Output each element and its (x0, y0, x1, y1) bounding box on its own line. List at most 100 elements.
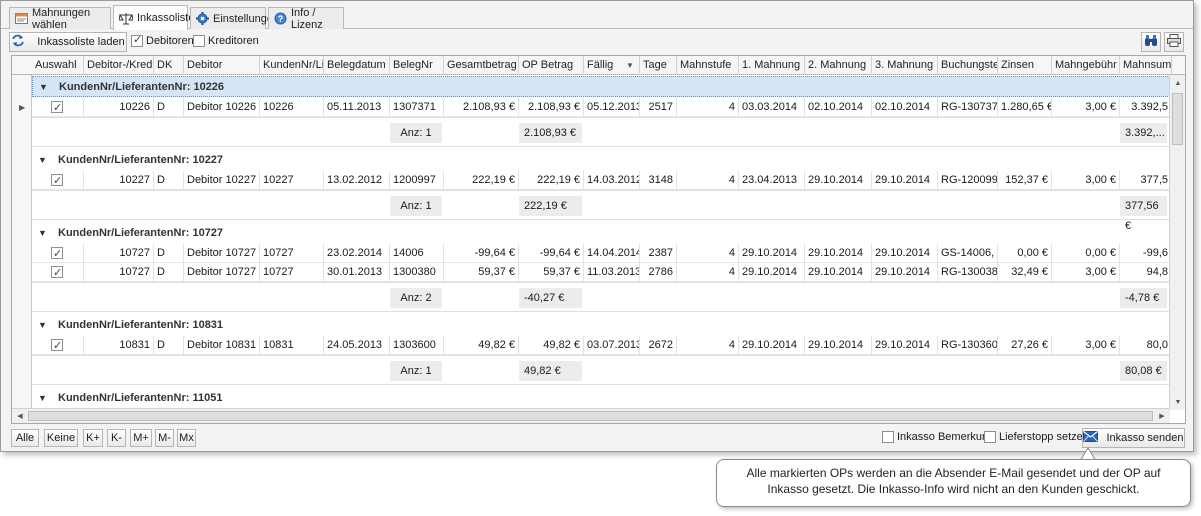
column-header[interactable]: OP Betrag (519, 56, 584, 75)
group-row[interactable]: ▼ KundenNr/LieferantenNr: 10227 (32, 149, 1170, 170)
table-cell: 23.02.2014 (324, 244, 390, 263)
select-all-button[interactable]: Alle (11, 429, 39, 447)
table-cell: Debitor 10727 (184, 263, 260, 282)
group-title: KundenNr/LieferantenNr: 10727 (58, 226, 224, 239)
table-cell: 10727 (84, 263, 154, 282)
group-row[interactable]: ▼ KundenNr/LieferantenNr: 10727 (32, 222, 1170, 243)
table-cell: 3,00 € (1052, 98, 1120, 117)
group-row[interactable]: ▼ KundenNr/LieferantenNr: 10226 (32, 76, 1170, 97)
tab-einstellungen[interactable]: Einstellungen (190, 7, 279, 29)
row-select-checkbox[interactable] (51, 264, 63, 282)
collapse-chevron-icon[interactable]: ▼ (38, 155, 52, 165)
gear-icon (196, 12, 209, 26)
auswahl-cell[interactable] (32, 263, 84, 282)
table-row[interactable]: 10227DDebitor 102271022713.02.2012120099… (32, 171, 1170, 190)
kreditoren-checkbox[interactable]: Kreditoren (193, 35, 259, 47)
collapse-chevron-icon[interactable]: ▼ (38, 228, 52, 238)
checkbox-box[interactable] (984, 431, 996, 443)
column-header[interactable]: Mahnstufe (677, 56, 739, 75)
row-select-checkbox[interactable] (51, 99, 63, 117)
group-row[interactable]: ▼ KundenNr/LieferantenNr: 10831 (32, 314, 1170, 335)
collapse-chevron-icon[interactable]: ▼ (39, 82, 53, 92)
scroll-up-icon[interactable]: ▲ (1171, 76, 1185, 90)
mahnsumme-summary: 80,08 € (1120, 361, 1167, 381)
column-header[interactable]: DK (154, 56, 184, 75)
table-cell: 29.10.2014 (872, 244, 938, 263)
k-plus-button[interactable]: K+ (83, 429, 103, 447)
checkbox-box[interactable] (882, 431, 894, 443)
scroll-down-icon[interactable]: ▼ (1171, 395, 1185, 409)
column-header[interactable]: BelegNr (390, 56, 444, 75)
collapse-chevron-icon[interactable]: ▼ (38, 393, 52, 403)
row-select-checkbox[interactable] (51, 245, 63, 263)
m-plus-button[interactable]: M+ (130, 429, 152, 447)
inkasso-bemerkung-checkbox[interactable]: Inkasso Bemerkung (882, 431, 994, 443)
load-inkassoliste-button[interactable]: Inkassoliste laden (9, 32, 127, 52)
inkasso-grid: AuswahlDebitor-/Kredi...DKDebitorKundenN… (11, 55, 1186, 424)
select-none-button[interactable]: Keine (44, 429, 78, 447)
tab-label: Mahnungen wählen (32, 6, 91, 31)
tab-info-lizenz[interactable]: ? Info / Lizenz (268, 7, 344, 31)
column-header[interactable]: 1. Mahnung (739, 56, 805, 75)
table-row[interactable]: 10831DDebitor 108311083124.05.2013130360… (32, 336, 1170, 355)
checkbox-box[interactable] (131, 33, 143, 47)
table-cell: D (154, 336, 184, 355)
column-header[interactable]: Belegdatum (324, 56, 390, 75)
auswahl-cell[interactable] (32, 244, 84, 263)
op-sum-summary: -40,27 € (519, 288, 582, 308)
column-header[interactable]: Zinsen (998, 56, 1052, 75)
column-header[interactable]: Buchungstext (938, 56, 998, 75)
vertical-scroll-thumb[interactable] (1172, 93, 1183, 145)
column-header[interactable]: Debitor-/Kredi... (84, 56, 154, 75)
auswahl-cell[interactable] (32, 171, 84, 190)
column-header[interactable]: KundenNr/Li... (260, 56, 324, 75)
inkasso-senden-button[interactable]: Inkasso senden (1082, 428, 1185, 448)
table-cell: 2672 (640, 336, 677, 355)
column-header[interactable]: 3. Mahnung (872, 56, 938, 75)
column-header[interactable]: Tage (640, 56, 677, 75)
group-footer-row: Anz: 1 2.108,93 € 3.392,... (32, 117, 1170, 147)
table-cell: 4 (677, 98, 739, 117)
table-cell: 29.10.2014 (805, 336, 872, 355)
lieferstopp-checkbox[interactable]: Lieferstopp setzen (984, 431, 1089, 443)
group-row[interactable]: ▼ KundenNr/LieferantenNr: 11051 (32, 387, 1170, 408)
row-select-checkbox[interactable] (51, 337, 63, 355)
button-label: K+ (86, 432, 100, 444)
column-header[interactable]: Gesamtbetrag (444, 56, 519, 75)
binoculars-icon (1144, 34, 1158, 50)
table-cell: 29.10.2014 (805, 263, 872, 282)
column-header[interactable]: Mahngebühr (1052, 56, 1120, 75)
column-header[interactable]: Debitor (184, 56, 260, 75)
m-x-button[interactable]: Mx (177, 429, 196, 447)
tab-inkassoliste[interactable]: Inkassoliste (113, 5, 194, 30)
table-cell: 2387 (640, 244, 677, 263)
m-minus-button[interactable]: M- (155, 429, 174, 447)
vertical-scrollbar[interactable]: ▲ ▼ (1169, 75, 1185, 410)
column-header[interactable]: Auswahl (32, 56, 84, 75)
column-header[interactable]: 2. Mahnung (805, 56, 872, 75)
row-select-checkbox[interactable] (51, 172, 63, 190)
table-cell: 03.07.2013 (584, 336, 640, 355)
print-button[interactable] (1164, 32, 1184, 52)
table-cell: 2.108,93 € (519, 98, 584, 117)
horizontal-scroll-thumb[interactable] (28, 411, 1153, 421)
table-row[interactable]: 10226DDebitor 102261022605.11.2013130737… (32, 98, 1170, 117)
auswahl-cell[interactable] (32, 98, 84, 117)
column-header[interactable]: Mahnsumme (1120, 56, 1172, 75)
k-minus-button[interactable]: K- (107, 429, 126, 447)
auswahl-cell[interactable] (32, 336, 84, 355)
debitoren-checkbox[interactable]: Debitoren (131, 33, 194, 47)
tab-label: Inkassoliste (137, 12, 195, 24)
checkbox-box[interactable] (193, 35, 205, 47)
button-label: Alle (15, 432, 35, 444)
horizontal-scrollbar[interactable]: ◀ ▶ (12, 408, 1170, 423)
scroll-left-icon[interactable]: ◀ (13, 409, 27, 423)
table-row[interactable]: 10727DDebitor 107271072723.02.201414006-… (32, 244, 1170, 263)
collapse-chevron-icon[interactable]: ▼ (38, 320, 52, 330)
mahnsumme-summary: -4,78 € (1120, 288, 1167, 308)
tab-mahnungen-waehlen[interactable]: Mahnungen wählen (9, 6, 111, 31)
scroll-right-icon[interactable]: ▶ (1155, 409, 1169, 423)
mahnsumme-summary: 377,56 € (1120, 196, 1167, 232)
search-binoculars-button[interactable] (1141, 32, 1161, 52)
table-row[interactable]: 10727DDebitor 107271072730.01.2013130038… (32, 263, 1170, 282)
